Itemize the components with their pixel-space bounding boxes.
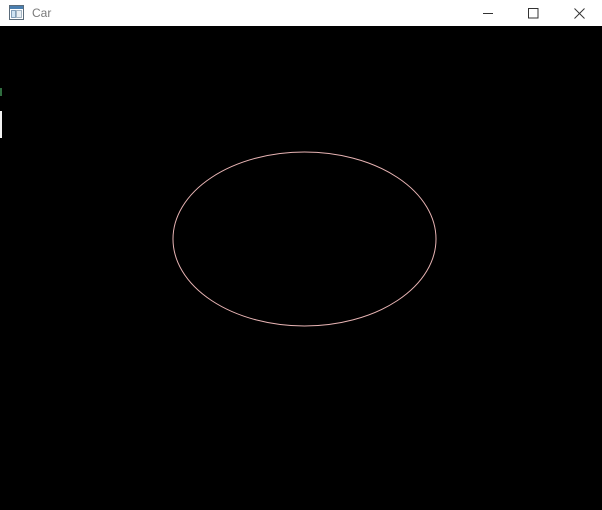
canvas-drawing (172, 151, 437, 327)
drawing-canvas[interactable] (2, 27, 600, 509)
maximize-icon (527, 7, 539, 19)
close-icon (573, 7, 585, 19)
window-app-icon (9, 5, 24, 20)
car-window: Car (0, 0, 602, 510)
minimize-icon (482, 8, 494, 19)
maximize-button[interactable] (510, 0, 556, 26)
window-title: Car (32, 6, 52, 20)
minimize-button[interactable] (465, 0, 511, 26)
title-bar[interactable]: Car (0, 0, 602, 26)
close-button[interactable] (556, 0, 602, 26)
ellipse-shape (172, 151, 437, 327)
